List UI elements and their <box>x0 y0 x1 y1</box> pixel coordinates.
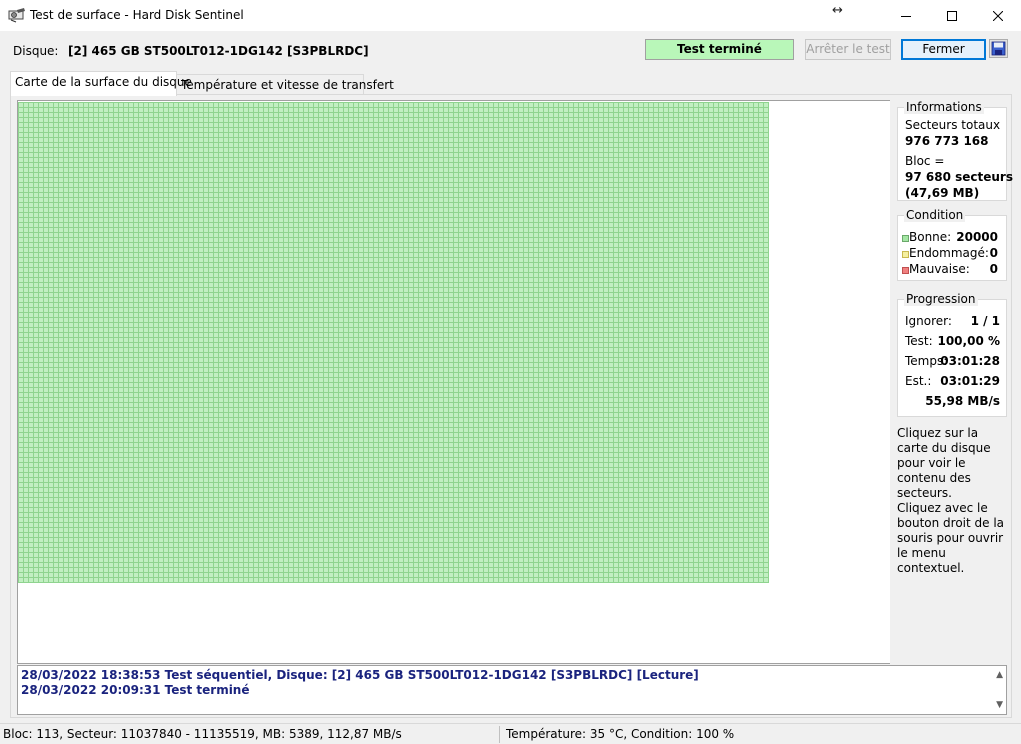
disk-sentinel-app-icon[interactable] <box>8 7 26 23</box>
block-status-text: Bloc: 113, Secteur: 11037840 - 11135519,… <box>3 727 402 741</box>
progress-group-title: Progression <box>904 292 978 306</box>
minimize-icon <box>901 15 911 17</box>
close-window-button[interactable] <box>975 0 1021 31</box>
move-cursor-icon: ↔ <box>832 3 843 18</box>
save-icon[interactable] <box>989 39 1008 58</box>
bad-label: Mauvaise: <box>909 262 970 276</box>
maximize-icon <box>947 10 957 21</box>
skip-value: 1 / 1 <box>970 314 1000 328</box>
condition-group: Condition Bonne: 20000 Endommagé: 0 Mauv… <box>897 208 1007 281</box>
scroll-up-icon[interactable]: ▲ <box>996 670 1003 680</box>
log-line: 28/03/2022 20:09:31 Test terminé <box>21 683 250 697</box>
event-log[interactable]: 28/03/2022 18:38:53 Test séquentiel, Dis… <box>17 665 1007 715</box>
block-label: Bloc = <box>905 154 945 168</box>
progress-group: Progression Ignorer: 1 / 1 Test: 100,00 … <box>897 292 1007 417</box>
stop-test-button[interactable]: Arrêter le test <box>805 39 891 60</box>
surface-map-grid[interactable] <box>18 102 769 583</box>
disk-label: Disque: <box>13 44 59 58</box>
maximize-button[interactable] <box>929 0 975 31</box>
status-bar: Bloc: 113, Secteur: 11037840 - 11135519,… <box>0 723 1021 744</box>
good-label: Bonne: <box>909 230 952 244</box>
log-line: 28/03/2022 18:38:53 Test séquentiel, Dis… <box>21 668 699 682</box>
disk-name: [2] 465 GB ST500LT012-1DG142 [S3PBLRDC] <box>68 44 369 58</box>
window-title: Test de surface - Hard Disk Sentinel <box>30 8 244 22</box>
total-sectors-label: Secteurs totaux <box>905 118 1001 132</box>
block-sectors-value: 97 680 secteurs <box>905 170 1013 184</box>
total-sectors-value: 976 773 168 <box>905 134 989 148</box>
condition-group-title: Condition <box>904 208 966 222</box>
estimate-label: Est.: <box>905 374 932 388</box>
damaged-label: Endommagé: <box>909 246 989 260</box>
bad-value: 0 <box>989 262 998 276</box>
test-value: 100,00 % <box>937 334 1000 348</box>
info-group: Informations Secteurs totaux 976 773 168… <box>897 100 1013 201</box>
test-label: Test: <box>905 334 933 348</box>
temperature-status-text: Température: 35 °C, Condition: 100 % <box>506 727 735 741</box>
disk-toolbar: Disque: [2] 465 GB ST500LT012-1DG142 [S3… <box>0 31 1021 69</box>
damaged-swatch <box>902 251 909 258</box>
good-swatch <box>902 235 909 242</box>
minimize-button[interactable] <box>883 0 929 31</box>
test-status-badge: Test terminé <box>645 39 794 60</box>
close-icon <box>993 10 1003 21</box>
close-button[interactable]: Fermer <box>901 39 986 60</box>
damaged-value: 0 <box>989 246 998 260</box>
tab-temperature-speed[interactable]: Température et vitesse de transfert <box>176 74 394 95</box>
good-value: 20000 <box>956 230 998 244</box>
time-value: 03:01:28 <box>940 354 1000 368</box>
speed-value: 55,98 MB/s <box>925 394 1000 408</box>
estimate-value: 03:01:29 <box>940 374 1000 388</box>
map-click-help: Cliquez sur la carte du disque pour voir… <box>897 426 991 500</box>
right-click-help: Cliquez avec le bouton droit de la souri… <box>897 501 1005 575</box>
tab-surface-map[interactable]: Carte de la surface du disque <box>10 71 192 96</box>
bad-swatch <box>902 267 909 274</box>
info-group-title: Informations <box>904 100 984 114</box>
block-size-value: (47,69 MB) <box>905 186 980 200</box>
scroll-down-icon[interactable]: ▼ <box>996 700 1003 710</box>
title-bar: Test de surface - Hard Disk Sentinel ↔ <box>0 0 1021 31</box>
status-divider <box>499 726 500 743</box>
skip-label: Ignorer: <box>905 314 952 328</box>
